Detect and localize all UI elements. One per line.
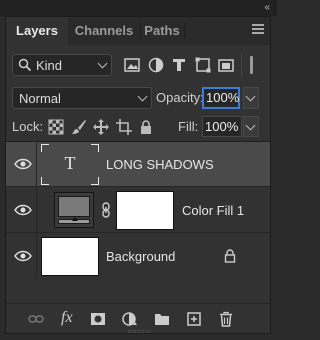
fx-icon[interactable]: fx: [61, 309, 73, 327]
lock-image-pixels-icon[interactable]: [71, 119, 87, 135]
chevron-down-icon: [137, 91, 148, 102]
lock-artboard-icon[interactable]: [116, 119, 132, 135]
fill-dropdown[interactable]: [243, 116, 259, 137]
chain-link-icon[interactable]: [100, 202, 112, 218]
image-filter-icon[interactable]: [124, 57, 140, 73]
chevron-down-icon: [245, 120, 256, 131]
blend-mode-value: Normal: [19, 91, 61, 106]
lock-all-icon[interactable]: [138, 119, 154, 135]
lock-label: Lock:: [12, 119, 44, 134]
layers-panel: Layers Channels Paths Kind Normal Opacit…: [5, 16, 271, 334]
fill-layer-thumbnail[interactable]: [54, 192, 94, 228]
collapse-panel-icon[interactable]: «: [264, 2, 269, 13]
layer-row-long-shadows[interactable]: T LONG SHADOWS: [6, 142, 270, 187]
text-layer-thumbnail[interactable]: T: [41, 144, 99, 185]
row-divider: [36, 234, 37, 279]
row-divider: [36, 142, 37, 187]
panel-tabs: Layers Channels Paths: [6, 17, 270, 45]
opacity-input[interactable]: 100%: [202, 87, 240, 109]
new-group-icon[interactable]: [154, 311, 170, 327]
eye-visibility-icon[interactable]: [14, 157, 32, 171]
background-layer-thumbnail[interactable]: [41, 237, 99, 276]
layer-list: T LONG SHADOWS Color Fill 1 Background: [6, 141, 270, 303]
shape-filter-icon[interactable]: [195, 57, 211, 73]
type-layer-icon: T: [64, 153, 76, 173]
layer-name[interactable]: Color Fill 1: [182, 203, 244, 218]
chevron-down-icon: [245, 91, 256, 102]
tab-channels[interactable]: Channels: [68, 17, 140, 45]
filter-kind-label: Kind: [36, 58, 63, 73]
panel-title-strip: «: [0, 0, 277, 16]
tab-paths[interactable]: Paths: [140, 17, 184, 45]
photoshop-layers-window: « Layers Channels Paths Kind Normal Opac…: [0, 0, 277, 340]
adjustment-filter-icon[interactable]: [148, 57, 164, 73]
search-icon: [18, 58, 32, 72]
lock-transparent-pixels-icon[interactable]: [48, 119, 64, 135]
new-layer-icon[interactable]: [186, 311, 202, 327]
fill-swatch: [58, 196, 90, 217]
layer-row-color-fill-1[interactable]: Color Fill 1: [6, 188, 270, 233]
resize-grip[interactable]: [128, 330, 150, 333]
fill-input[interactable]: 100%: [202, 116, 242, 137]
lock-icon: [224, 249, 236, 263]
link-layers-icon[interactable]: [28, 311, 44, 327]
blend-mode-select[interactable]: Normal: [12, 87, 152, 109]
tab-divider: [184, 23, 185, 39]
eye-visibility-icon[interactable]: [14, 249, 32, 263]
layer-row-background[interactable]: Background: [6, 234, 270, 279]
smart-object-filter-icon[interactable]: [218, 57, 234, 73]
layer-mask-thumbnail[interactable]: [116, 191, 174, 230]
fill-slider-icon: [58, 217, 90, 224]
row-divider: [36, 188, 37, 233]
opacity-label: Opacity:: [156, 90, 204, 105]
layer-name[interactable]: LONG SHADOWS: [106, 157, 214, 172]
filter-kind-select[interactable]: Kind: [12, 54, 112, 76]
tab-layers[interactable]: Layers: [6, 17, 68, 45]
eye-visibility-icon[interactable]: [14, 203, 32, 217]
opacity-dropdown[interactable]: [243, 87, 259, 109]
layers-bottom-toolbar: fx: [6, 303, 270, 333]
filter-toggle-switch-icon: [250, 56, 253, 74]
type-filter-icon[interactable]: [171, 57, 187, 73]
filter-toggle[interactable]: [241, 54, 261, 78]
add-mask-icon[interactable]: [90, 311, 106, 327]
fill-label: Fill:: [178, 119, 199, 134]
hamburger-icon[interactable]: [252, 24, 264, 36]
lock-position-icon[interactable]: [93, 119, 109, 135]
layer-name[interactable]: Background: [106, 249, 175, 264]
delete-layer-icon[interactable]: [218, 311, 234, 327]
chevron-down-icon: [97, 58, 108, 69]
adjustment-layer-icon[interactable]: [122, 311, 138, 327]
